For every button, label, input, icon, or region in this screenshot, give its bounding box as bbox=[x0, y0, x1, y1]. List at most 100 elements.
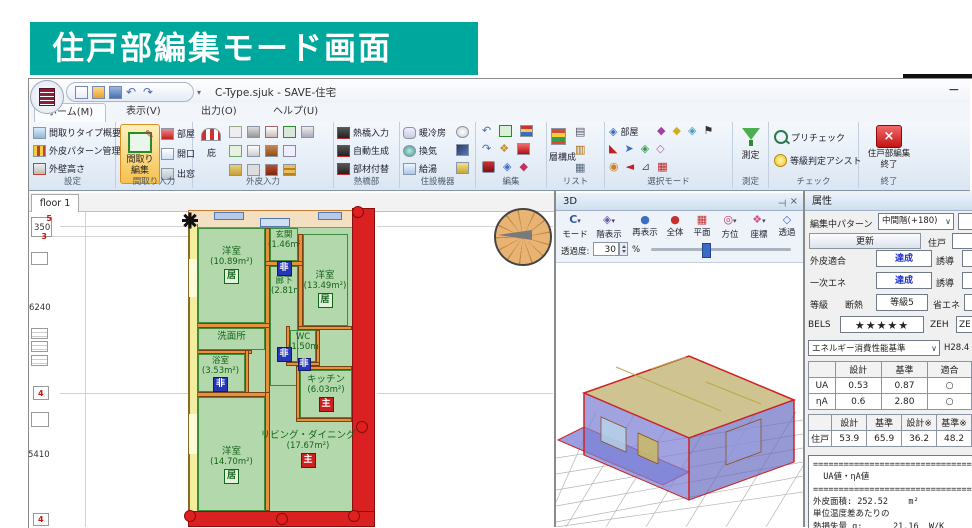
envelope-icon-4[interactable] bbox=[283, 126, 296, 138]
swap-icon[interactable]: ◆ bbox=[519, 161, 527, 173]
measure-button[interactable]: 測定 bbox=[733, 126, 768, 161]
hot-water-button[interactable]: 給湯 bbox=[403, 162, 437, 175]
floor-display-button[interactable]: ◈▾ 階表示 bbox=[592, 213, 626, 240]
save-icon[interactable] bbox=[109, 86, 122, 99]
envelope-icon-2[interactable] bbox=[247, 126, 260, 138]
layer-composition-button[interactable] bbox=[551, 128, 566, 145]
select-mode-icon-2[interactable]: ◆ bbox=[672, 125, 680, 137]
new-file-icon[interactable] bbox=[75, 86, 88, 99]
selection-handle-bottom[interactable] bbox=[276, 513, 288, 525]
edit-pattern-extra[interactable] bbox=[958, 213, 972, 230]
red-stack-icon[interactable] bbox=[517, 143, 530, 155]
selection-handle-top-right[interactable] bbox=[352, 206, 364, 218]
lighting-button[interactable] bbox=[456, 126, 469, 138]
spiral-staircase[interactable] bbox=[494, 208, 552, 266]
energy-saving-field[interactable] bbox=[964, 294, 972, 311]
primary-induce-field[interactable] bbox=[962, 272, 972, 289]
dim-box-350[interactable]: 350 5 3 bbox=[31, 217, 52, 237]
envelope-icon-9[interactable] bbox=[283, 145, 296, 157]
envelope-pattern-button[interactable]: 外皮パターン管理 bbox=[33, 144, 121, 157]
envelope-icon-8[interactable] bbox=[265, 145, 278, 157]
app-menu-button[interactable] bbox=[30, 80, 64, 114]
select-mode-icon-12[interactable]: ▦ bbox=[657, 161, 667, 173]
envelope-icon-6[interactable] bbox=[229, 145, 242, 157]
ventilation-button[interactable]: 換気 bbox=[403, 144, 437, 157]
auto-generate-button[interactable]: 自動生成 bbox=[337, 144, 389, 157]
wall-height-button[interactable]: 外壁高さ bbox=[33, 162, 85, 175]
list-icon-2[interactable]: ▥ bbox=[575, 144, 585, 156]
tab-output[interactable]: 出力(O) bbox=[189, 103, 249, 121]
opacity-slider-handle[interactable] bbox=[702, 243, 711, 258]
qat-dropdown-icon[interactable]: ▾ bbox=[197, 88, 201, 97]
floor-plan-drawing[interactable]: 洋室(10.89m²) 居 玄関(1.46m²) 非 洋室(13.49m²) 居… bbox=[188, 214, 375, 527]
tab-floor1[interactable]: floor 1 bbox=[31, 194, 79, 212]
thermal-bridge-input-button[interactable]: 熱橋入力 bbox=[337, 126, 389, 139]
energy-standard-dropdown[interactable]: エネルギー消費性能基準∨ bbox=[808, 340, 940, 356]
select-mode-icon-5[interactable]: ◣ bbox=[609, 143, 617, 155]
mode-button[interactable]: C▾ モード bbox=[560, 213, 590, 240]
awning-button[interactable] bbox=[201, 128, 221, 141]
equipment-other-button[interactable] bbox=[456, 162, 469, 174]
coordinates-button[interactable]: ❖▾ 座標 bbox=[746, 213, 772, 240]
transparency-button[interactable]: ◇ 透過 bbox=[775, 213, 799, 238]
member-replace-button[interactable]: 部材付替 bbox=[337, 162, 389, 175]
redo-icon[interactable]: ↷ bbox=[143, 86, 156, 99]
select-mode-icon-1[interactable]: ◆ bbox=[657, 125, 665, 137]
plan-type-summary-button[interactable]: 間取りタイプ概要 bbox=[33, 126, 121, 139]
room-button[interactable]: 部屋 bbox=[161, 127, 195, 140]
select-mode-icon-6[interactable]: ➤ bbox=[624, 143, 633, 155]
select-mode-icon-4[interactable]: ⚑ bbox=[703, 125, 713, 137]
select-area-icon[interactable] bbox=[499, 125, 512, 137]
select-mode-icon-7[interactable]: ◈ bbox=[641, 143, 649, 155]
pre-check-button[interactable]: プリチェック bbox=[774, 130, 845, 144]
envelope-induce-field[interactable] bbox=[962, 250, 972, 267]
open-file-icon[interactable] bbox=[92, 86, 105, 99]
rotate-right-icon[interactable]: ↷ bbox=[482, 143, 491, 155]
list-icon-1[interactable]: ▤ bbox=[575, 126, 585, 138]
margin-box-red4a[interactable]: 4 bbox=[33, 386, 49, 400]
exit-unit-edit-button[interactable]: × 住戸部編集 終了 bbox=[863, 125, 915, 170]
margin-box-3[interactable] bbox=[31, 341, 48, 352]
list-icon-3[interactable]: ▦ bbox=[575, 162, 585, 174]
margin-box-5[interactable] bbox=[31, 412, 49, 427]
select-mode-icon-9[interactable]: ◉ bbox=[609, 161, 619, 173]
plan-view-button[interactable]: ▦ 平面 bbox=[690, 213, 714, 238]
select-mode-icon-3[interactable]: ◈ bbox=[688, 125, 696, 137]
opening-button[interactable]: 開口 bbox=[161, 147, 195, 160]
solar-panel-button[interactable] bbox=[456, 144, 469, 156]
zeh-field[interactable]: ZE bbox=[956, 316, 972, 333]
paint-icon[interactable]: ❖ bbox=[499, 143, 509, 155]
margin-box-red4b[interactable]: 4 bbox=[33, 513, 49, 526]
orientation-button[interactable]: ◎▾ 方位 bbox=[717, 213, 743, 240]
envelope-icon-3[interactable] bbox=[265, 126, 278, 138]
update-button[interactable]: 更新 bbox=[809, 233, 921, 249]
selection-handle-right[interactable] bbox=[356, 421, 368, 433]
grade-judge-assist-button[interactable]: 等級判定アシスト bbox=[774, 154, 862, 167]
selection-corner-marker[interactable] bbox=[182, 212, 198, 228]
move-icon[interactable]: ◈ bbox=[503, 161, 511, 173]
minimize-button[interactable]: − bbox=[948, 82, 960, 98]
book-icon[interactable] bbox=[482, 161, 495, 173]
envelope-icon-7[interactable] bbox=[247, 145, 260, 157]
tab-help[interactable]: ヘルプ(U) bbox=[261, 103, 330, 121]
margin-box-4[interactable] bbox=[31, 355, 48, 366]
opacity-slider-track[interactable] bbox=[651, 248, 791, 251]
pin-icon[interactable]: ⊤ bbox=[772, 199, 790, 208]
envelope-icon-5[interactable] bbox=[301, 126, 314, 138]
viewer-3d-viewport[interactable] bbox=[556, 262, 803, 527]
rotate-left-icon[interactable]: ↶ bbox=[482, 125, 491, 137]
tab-view[interactable]: 表示(V) bbox=[114, 103, 173, 121]
edit-pattern-dropdown[interactable]: 中間階(+180)∨ bbox=[878, 213, 954, 230]
undo-icon[interactable]: ↶ bbox=[126, 86, 139, 99]
selection-handle-bottom-left[interactable] bbox=[184, 510, 196, 522]
opacity-input[interactable]: 30 bbox=[593, 242, 619, 256]
close-panel-icon[interactable]: × bbox=[790, 193, 798, 211]
margin-box-1[interactable] bbox=[31, 252, 48, 265]
redraw-button[interactable]: ● 再表示 bbox=[630, 213, 660, 238]
heating-cooling-button[interactable]: 暖冷房 bbox=[403, 126, 446, 139]
selection-handle-bottom-right[interactable] bbox=[348, 510, 360, 522]
select-room-button[interactable]: ◈ 部屋 bbox=[609, 125, 638, 138]
select-mode-icon-11[interactable]: ⊿ bbox=[641, 161, 650, 173]
layer-stack-icon[interactable] bbox=[520, 125, 533, 137]
fit-all-button[interactable]: ● 全体 bbox=[663, 213, 687, 238]
